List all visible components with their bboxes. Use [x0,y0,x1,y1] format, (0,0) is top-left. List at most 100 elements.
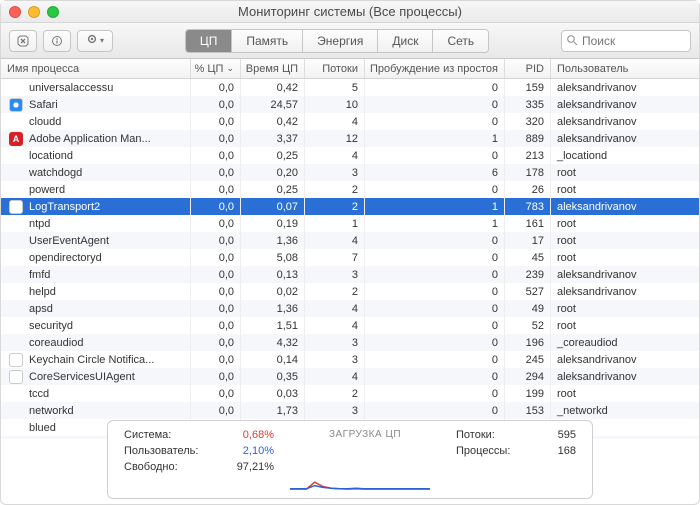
actions-menu-button[interactable]: ▾ [77,30,113,52]
table-row[interactable]: universalaccessu0,00,4250159aleksandriva… [1,79,699,96]
cell-pid: 213 [505,147,551,164]
cell-time: 0,02 [241,283,305,300]
cell-user: _coreaudiod [551,334,699,351]
process-table: universalaccessu0,00,4250159aleksandriva… [1,79,699,439]
tab-cpu[interactable]: ЦП [186,30,233,52]
cell-cpu: 0,0 [191,334,241,351]
search-field[interactable] [561,30,691,52]
cell-wake: 0 [365,181,505,198]
cell-user: _networkd [551,402,699,419]
cell-user: aleksandrivanov [551,113,699,130]
table-row[interactable]: coreaudiod0,04,3230196_coreaudiod [1,334,699,351]
table-row[interactable]: AAdobe Application Man...0,03,37121889al… [1,130,699,147]
category-tabs: ЦП Память Энергия Диск Сеть [185,29,489,53]
cell-pid: 199 [505,385,551,402]
cell-cpu: 0,0 [191,249,241,266]
tab-network[interactable]: Сеть [433,30,488,52]
cell-time: 3,37 [241,130,305,147]
cell-pid: 335 [505,96,551,113]
counts-box: Потоки:595 Процессы:168 [456,429,576,490]
minimize-window-button[interactable] [28,6,40,18]
info-icon [50,35,64,47]
table-row[interactable]: CoreServicesUIAgent0,00,3540294aleksandr… [1,368,699,385]
value-user: 2,10% [243,445,274,457]
cell-pid: 45 [505,249,551,266]
cell-time: 0,42 [241,113,305,130]
table-row[interactable]: watchdogd0,00,2036178root [1,164,699,181]
cell-threads: 4 [305,147,365,164]
window-controls [1,6,59,18]
cell-cpu: 0,0 [191,300,241,317]
cell-threads: 3 [305,266,365,283]
value-system: 0,68% [243,429,274,441]
table-row[interactable]: opendirectoryd0,05,087045root [1,249,699,266]
process-name: watchdogd [29,167,82,179]
stop-process-button[interactable] [9,30,37,52]
tab-energy[interactable]: Энергия [303,30,378,52]
cell-wake: 0 [365,249,505,266]
cell-user: aleksandrivanov [551,198,699,215]
table-row[interactable]: ntpd0,00,1911161root [1,215,699,232]
table-row[interactable]: powerd0,00,252026root [1,181,699,198]
table-row[interactable]: networkd0,01,7330153_networkd [1,402,699,419]
cell-time: 1,36 [241,232,305,249]
cell-time: 0,03 [241,385,305,402]
label-processes: Процессы: [456,445,510,457]
tab-disk[interactable]: Диск [378,30,433,52]
cell-wake: 0 [365,351,505,368]
cell-user: aleksandrivanov [551,368,699,385]
value-idle: 97,21% [237,461,274,473]
inspect-process-button[interactable] [43,30,71,52]
column-name[interactable]: Имя процесса [1,59,191,78]
close-window-button[interactable] [9,6,21,18]
column-cpu-time[interactable]: Время ЦП [241,59,305,78]
table-row[interactable]: apsd0,01,364049root [1,300,699,317]
table-row[interactable]: LogTransport20,00,0721783aleksandrivanov [1,198,699,215]
cell-pid: 294 [505,368,551,385]
column-pid[interactable]: PID [505,59,551,78]
cell-threads: 4 [305,368,365,385]
cell-time: 0,20 [241,164,305,181]
table-row[interactable]: tccd0,00,0320199root [1,385,699,402]
process-name: cloudd [29,116,61,128]
cell-pid: 889 [505,130,551,147]
cell-cpu: 0,0 [191,368,241,385]
cell-pid: 52 [505,317,551,334]
table-row[interactable]: securityd0,01,514052root [1,317,699,334]
table-row[interactable]: UserEventAgent0,01,364017root [1,232,699,249]
table-row[interactable]: fmfd0,00,1330239aleksandrivanov [1,266,699,283]
cell-user: root [551,215,699,232]
process-name: tccd [29,388,49,400]
cell-wake: 0 [365,402,505,419]
table-row[interactable]: locationd0,00,2540213_locationd [1,147,699,164]
cell-time: 0,42 [241,79,305,96]
table-row[interactable]: Safari0,024,57100335aleksandrivanov [1,96,699,113]
cell-threads: 7 [305,249,365,266]
cell-time: 24,57 [241,96,305,113]
column-cpu[interactable]: % ЦП⌄ [191,59,241,78]
gear-icon [86,33,98,48]
window-titlebar: Мониторинг системы (Все процессы) [1,1,699,23]
process-name: Keychain Circle Notifica... [29,354,154,366]
cell-threads: 2 [305,385,365,402]
cell-pid: 153 [505,402,551,419]
window-title: Мониторинг системы (Все процессы) [1,4,699,19]
cell-pid: 245 [505,351,551,368]
cell-user: aleksandrivanov [551,96,699,113]
cell-time: 0,13 [241,266,305,283]
zoom-window-button[interactable] [47,6,59,18]
process-name: Adobe Application Man... [29,133,151,145]
table-row[interactable]: Keychain Circle Notifica...0,00,1430245a… [1,351,699,368]
cell-time: 0,07 [241,198,305,215]
cell-user: root [551,232,699,249]
table-row[interactable]: helpd0,00,0220527aleksandrivanov [1,283,699,300]
cell-cpu: 0,0 [191,181,241,198]
search-input[interactable] [561,30,691,52]
cell-cpu: 0,0 [191,351,241,368]
column-user[interactable]: Пользователь [551,59,699,78]
column-threads[interactable]: Потоки [305,59,365,78]
tab-memory[interactable]: Память [232,30,303,52]
column-wakeups[interactable]: Пробуждение из простоя [365,59,505,78]
table-row[interactable]: cloudd0,00,4240320aleksandrivanov [1,113,699,130]
cell-threads: 2 [305,198,365,215]
